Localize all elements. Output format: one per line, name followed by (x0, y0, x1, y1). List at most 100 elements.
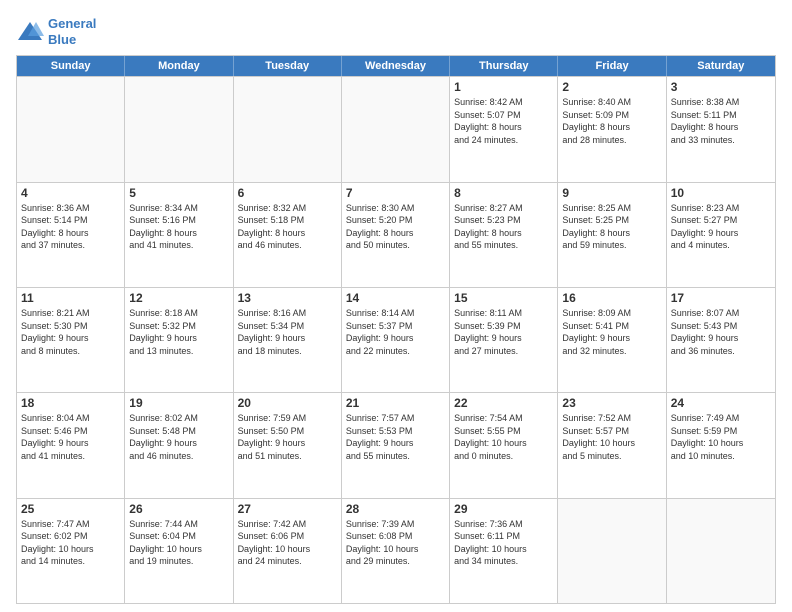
day-info: Sunrise: 7:42 AM Sunset: 6:06 PM Dayligh… (238, 518, 337, 568)
calendar-cell: 14 Sunrise: 8:14 AM Sunset: 5:37 PM Dayli… (342, 288, 450, 392)
calendar-cell (558, 499, 666, 603)
day-number: 19 (129, 396, 228, 410)
day-number: 23 (562, 396, 661, 410)
calendar-cell: 9 Sunrise: 8:25 AM Sunset: 5:25 PM Daylig… (558, 183, 666, 287)
day-number: 29 (454, 502, 553, 516)
day-info: Sunrise: 8:18 AM Sunset: 5:32 PM Dayligh… (129, 307, 228, 357)
day-number: 15 (454, 291, 553, 305)
calendar-cell: 26Sunrise: 7:44 AM Sunset: 6:04 PM Dayli… (125, 499, 233, 603)
calendar: SundayMondayTuesdayWednesdayThursdayFrid… (16, 55, 776, 604)
calendar-cell: 11 Sunrise: 8:21 AM Sunset: 5:30 PM Dayli… (17, 288, 125, 392)
day-number: 17 (671, 291, 771, 305)
calendar-cell: 5 Sunrise: 8:34 AM Sunset: 5:16 PM Daylig… (125, 183, 233, 287)
day-number: 1 (454, 80, 553, 94)
day-info: Sunrise: 8:34 AM Sunset: 5:16 PM Dayligh… (129, 202, 228, 252)
day-info: Sunrise: 8:32 AM Sunset: 5:18 PM Dayligh… (238, 202, 337, 252)
calendar-cell: 13 Sunrise: 8:16 AM Sunset: 5:34 PM Dayli… (234, 288, 342, 392)
logo-icon (16, 18, 44, 46)
day-info: Sunrise: 7:36 AM Sunset: 6:11 PM Dayligh… (454, 518, 553, 568)
day-number: 9 (562, 186, 661, 200)
header-cell-monday: Monday (125, 56, 233, 76)
calendar-cell: 22 Sunrise: 7:54 AM Sunset: 5:55 PM Dayli… (450, 393, 558, 497)
day-number: 28 (346, 502, 445, 516)
day-info: Sunrise: 7:49 AM Sunset: 5:59 PM Dayligh… (671, 412, 771, 462)
day-info: Sunrise: 8:38 AM Sunset: 5:11 PM Dayligh… (671, 96, 771, 146)
calendar-row-0: 1 Sunrise: 8:42 AM Sunset: 5:07 PM Daylig… (17, 76, 775, 181)
day-number: 14 (346, 291, 445, 305)
calendar-cell: 20 Sunrise: 7:59 AM Sunset: 5:50 PM Dayli… (234, 393, 342, 497)
calendar-cell: 15 Sunrise: 8:11 AM Sunset: 5:39 PM Dayli… (450, 288, 558, 392)
page-header: General Blue (16, 16, 776, 47)
calendar-cell: 24 Sunrise: 7:49 AM Sunset: 5:59 PM Dayli… (667, 393, 775, 497)
day-info: Sunrise: 8:25 AM Sunset: 5:25 PM Dayligh… (562, 202, 661, 252)
day-info: Sunrise: 7:59 AM Sunset: 5:50 PM Dayligh… (238, 412, 337, 462)
calendar-cell: 10Sunrise: 8:23 AM Sunset: 5:27 PM Dayli… (667, 183, 775, 287)
day-number: 3 (671, 80, 771, 94)
calendar-cell: 19 Sunrise: 8:02 AM Sunset: 5:48 PM Dayli… (125, 393, 233, 497)
header-cell-tuesday: Tuesday (234, 56, 342, 76)
calendar-cell (125, 77, 233, 181)
calendar-cell: 4Sunrise: 8:36 AM Sunset: 5:14 PM Daylig… (17, 183, 125, 287)
day-info: Sunrise: 8:16 AM Sunset: 5:34 PM Dayligh… (238, 307, 337, 357)
calendar-cell: 16 Sunrise: 8:09 AM Sunset: 5:41 PM Dayli… (558, 288, 666, 392)
header-cell-sunday: Sunday (17, 56, 125, 76)
header-cell-friday: Friday (558, 56, 666, 76)
calendar-cell: 27Sunrise: 7:42 AM Sunset: 6:06 PM Dayli… (234, 499, 342, 603)
header-cell-thursday: Thursday (450, 56, 558, 76)
day-number: 6 (238, 186, 337, 200)
day-number: 18 (21, 396, 120, 410)
day-info: Sunrise: 8:21 AM Sunset: 5:30 PM Dayligh… (21, 307, 120, 357)
header-cell-wednesday: Wednesday (342, 56, 450, 76)
day-info: Sunrise: 8:04 AM Sunset: 5:46 PM Dayligh… (21, 412, 120, 462)
day-info: Sunrise: 8:40 AM Sunset: 5:09 PM Dayligh… (562, 96, 661, 146)
day-number: 4 (21, 186, 120, 200)
calendar-row-1: 4Sunrise: 8:36 AM Sunset: 5:14 PM Daylig… (17, 182, 775, 287)
day-info: Sunrise: 7:47 AM Sunset: 6:02 PM Dayligh… (21, 518, 120, 568)
day-number: 22 (454, 396, 553, 410)
calendar-cell: 12Sunrise: 8:18 AM Sunset: 5:32 PM Dayli… (125, 288, 233, 392)
day-number: 13 (238, 291, 337, 305)
day-number: 16 (562, 291, 661, 305)
calendar-row-2: 11 Sunrise: 8:21 AM Sunset: 5:30 PM Dayli… (17, 287, 775, 392)
calendar-cell: 18 Sunrise: 8:04 AM Sunset: 5:46 PM Dayli… (17, 393, 125, 497)
day-info: Sunrise: 7:39 AM Sunset: 6:08 PM Dayligh… (346, 518, 445, 568)
day-info: Sunrise: 8:14 AM Sunset: 5:37 PM Dayligh… (346, 307, 445, 357)
day-number: 20 (238, 396, 337, 410)
day-number: 21 (346, 396, 445, 410)
day-info: Sunrise: 8:11 AM Sunset: 5:39 PM Dayligh… (454, 307, 553, 357)
day-info: Sunrise: 8:07 AM Sunset: 5:43 PM Dayligh… (671, 307, 771, 357)
day-info: Sunrise: 8:02 AM Sunset: 5:48 PM Dayligh… (129, 412, 228, 462)
calendar-cell: 2 Sunrise: 8:40 AM Sunset: 5:09 PM Daylig… (558, 77, 666, 181)
calendar-cell: 29 Sunrise: 7:36 AM Sunset: 6:11 PM Dayli… (450, 499, 558, 603)
calendar-cell: 1 Sunrise: 8:42 AM Sunset: 5:07 PM Daylig… (450, 77, 558, 181)
calendar-cell: 23 Sunrise: 7:52 AM Sunset: 5:57 PM Dayli… (558, 393, 666, 497)
calendar-cell: 21 Sunrise: 7:57 AM Sunset: 5:53 PM Dayli… (342, 393, 450, 497)
logo-text: General Blue (48, 16, 96, 47)
day-info: Sunrise: 7:54 AM Sunset: 5:55 PM Dayligh… (454, 412, 553, 462)
calendar-cell (234, 77, 342, 181)
calendar-cell: 6 Sunrise: 8:32 AM Sunset: 5:18 PM Daylig… (234, 183, 342, 287)
day-number: 24 (671, 396, 771, 410)
header-cell-saturday: Saturday (667, 56, 775, 76)
day-info: Sunrise: 7:57 AM Sunset: 5:53 PM Dayligh… (346, 412, 445, 462)
calendar-cell: 25Sunrise: 7:47 AM Sunset: 6:02 PM Dayli… (17, 499, 125, 603)
calendar-cell: 28 Sunrise: 7:39 AM Sunset: 6:08 PM Dayli… (342, 499, 450, 603)
day-info: Sunrise: 8:27 AM Sunset: 5:23 PM Dayligh… (454, 202, 553, 252)
day-number: 7 (346, 186, 445, 200)
calendar-cell (17, 77, 125, 181)
day-number: 10 (671, 186, 771, 200)
calendar-cell (342, 77, 450, 181)
day-number: 11 (21, 291, 120, 305)
calendar-cell: 3 Sunrise: 8:38 AM Sunset: 5:11 PM Daylig… (667, 77, 775, 181)
day-number: 8 (454, 186, 553, 200)
day-number: 26 (129, 502, 228, 516)
day-number: 2 (562, 80, 661, 94)
calendar-header: SundayMondayTuesdayWednesdayThursdayFrid… (17, 56, 775, 76)
day-info: Sunrise: 7:52 AM Sunset: 5:57 PM Dayligh… (562, 412, 661, 462)
calendar-cell: 17 Sunrise: 8:07 AM Sunset: 5:43 PM Dayli… (667, 288, 775, 392)
day-info: Sunrise: 8:42 AM Sunset: 5:07 PM Dayligh… (454, 96, 553, 146)
day-number: 5 (129, 186, 228, 200)
calendar-body: 1 Sunrise: 8:42 AM Sunset: 5:07 PM Daylig… (17, 76, 775, 603)
calendar-row-4: 25Sunrise: 7:47 AM Sunset: 6:02 PM Dayli… (17, 498, 775, 603)
day-info: Sunrise: 8:09 AM Sunset: 5:41 PM Dayligh… (562, 307, 661, 357)
